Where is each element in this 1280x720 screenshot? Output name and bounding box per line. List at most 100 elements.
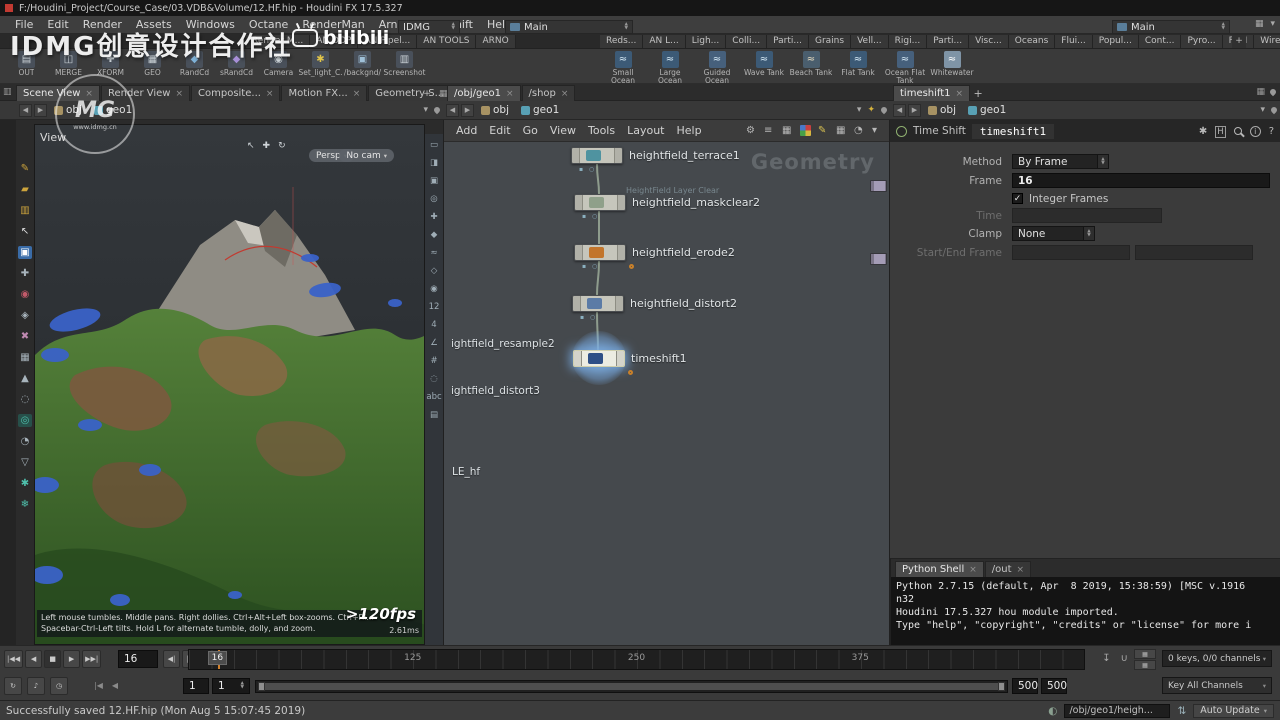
history-tool-icon[interactable]: ◔ bbox=[18, 435, 32, 448]
shelf-tab[interactable]: Rigi... bbox=[889, 35, 928, 48]
pane-tab[interactable]: Python Shell bbox=[895, 561, 984, 577]
shelf-tab[interactable]: Parti... bbox=[767, 35, 809, 48]
ghost-icon[interactable]: ◇ bbox=[428, 265, 441, 276]
shelf-tab[interactable]: AN L... bbox=[643, 35, 685, 48]
jump-end-button[interactable]: ▶▶| bbox=[82, 650, 101, 668]
add-shelf-tab-button[interactable] bbox=[1232, 35, 1246, 48]
colorgrid-icon[interactable] bbox=[800, 125, 811, 136]
node-flag-left[interactable] bbox=[573, 296, 581, 311]
orbit-tool-icon[interactable]: ◌ bbox=[18, 393, 32, 406]
edge-node-indicator[interactable] bbox=[870, 253, 887, 265]
snowflake-tool-icon[interactable]: ❄ bbox=[18, 498, 32, 511]
network-menu-item[interactable]: Tools bbox=[582, 124, 621, 137]
range-handle-right[interactable] bbox=[998, 682, 1005, 691]
layout-icon[interactable]: ▭ bbox=[428, 139, 441, 150]
snap-tool-icon[interactable]: ◈ bbox=[18, 309, 32, 322]
menu-item[interactable]: File bbox=[8, 18, 40, 31]
right-desktop-combo[interactable]: Main bbox=[1112, 20, 1230, 34]
help-browser-icon[interactable] bbox=[1215, 126, 1225, 137]
star-tool-icon[interactable]: ✱ bbox=[18, 477, 32, 490]
jump-start-button[interactable]: |◀◀ bbox=[4, 650, 23, 668]
stop-button[interactable]: ■ bbox=[44, 650, 61, 668]
pencil-tool-icon[interactable]: ✎ bbox=[18, 162, 32, 175]
pin-icon[interactable] bbox=[880, 106, 888, 114]
breadcrumb-geo1[interactable]: geo1 bbox=[516, 104, 564, 116]
pane-layout-icon[interactable] bbox=[1256, 87, 1265, 97]
tool-camera[interactable]: ◉ Camera bbox=[258, 50, 299, 77]
network-menu-item[interactable]: Help bbox=[671, 124, 708, 137]
help-icon[interactable] bbox=[1269, 126, 1274, 137]
forward-button[interactable] bbox=[34, 104, 47, 117]
shelf-tab[interactable]: Visc... bbox=[969, 35, 1009, 48]
tool-out[interactable]: ▤ OUT bbox=[6, 50, 47, 77]
audio-icon[interactable]: ♪ bbox=[27, 677, 45, 695]
shelf-tab[interactable]: Grains bbox=[809, 35, 851, 48]
handles-mode-icon[interactable]: ✚ bbox=[263, 141, 271, 151]
lamp-icon[interactable] bbox=[867, 105, 875, 115]
tool-small-ocean[interactable]: ≈ Small Ocean bbox=[600, 50, 646, 85]
tool-srandcd[interactable]: ◆ sRandCd bbox=[216, 50, 257, 77]
translate-tool-icon[interactable]: ✚ bbox=[18, 267, 32, 280]
add-pane-tab-button[interactable] bbox=[420, 87, 434, 101]
node-flag-right[interactable] bbox=[614, 148, 622, 163]
target-icon[interactable]: ◉ bbox=[428, 283, 441, 294]
spinner-icon[interactable] bbox=[1084, 226, 1095, 241]
tool-backgnd[interactable]: ▣ /backgnd/ bbox=[342, 50, 383, 77]
node-name-field[interactable]: timeshift1 bbox=[972, 124, 1054, 139]
paint-tool-icon[interactable]: ▰ bbox=[18, 183, 32, 196]
terrain-tool-icon[interactable]: ◎ bbox=[18, 414, 32, 427]
wave-icon[interactable]: ≈ bbox=[428, 247, 441, 258]
crosshair-icon[interactable]: ✚ bbox=[428, 211, 441, 222]
global-start-field[interactable]: 1 bbox=[183, 678, 209, 694]
res-12-icon[interactable]: 12 bbox=[428, 301, 441, 312]
tool-screenshot[interactable]: ▥ Screenshot bbox=[384, 50, 425, 77]
pin-icon[interactable] bbox=[1270, 106, 1278, 114]
global-end-field[interactable]: 500 bbox=[1041, 678, 1067, 694]
scene-viewport[interactable]: View ↖✚↻ Persp No cam Left mouse tumbles… bbox=[34, 124, 425, 645]
network-menu-item[interactable]: Go bbox=[517, 124, 544, 137]
tool-large-ocean[interactable]: ≈ Large Ocean bbox=[647, 50, 693, 85]
forward-button[interactable] bbox=[461, 104, 474, 117]
pin-icon[interactable] bbox=[1269, 88, 1277, 96]
search-icon[interactable] bbox=[1234, 127, 1242, 135]
chevron-down-icon[interactable] bbox=[1270, 19, 1275, 29]
timeline-ruler[interactable]: 125250375 16 bbox=[188, 649, 1085, 670]
pane-tab[interactable]: /obj/geo1 bbox=[447, 85, 521, 101]
menu-item[interactable]: Assets bbox=[129, 18, 179, 31]
camera-selector[interactable]: No cam bbox=[339, 149, 394, 162]
auto-update-selector[interactable]: Auto Update bbox=[1193, 704, 1274, 718]
shelf-tab[interactable]: Cont... bbox=[1139, 35, 1182, 48]
chevron-down-icon[interactable] bbox=[857, 105, 862, 115]
key-all-channels-button[interactable]: Key All Channels bbox=[1162, 677, 1272, 694]
pane-menu-icon[interactable] bbox=[3, 87, 12, 97]
pane-tab[interactable]: /shop bbox=[522, 85, 576, 101]
res-4-icon[interactable]: 4 bbox=[428, 319, 441, 330]
network-menu-item[interactable]: View bbox=[544, 124, 582, 137]
keys-summary-button[interactable]: 0 keys, 0/0 channels bbox=[1162, 650, 1272, 667]
node-flag-left[interactable] bbox=[575, 245, 583, 260]
pane-tab[interactable]: /out bbox=[985, 561, 1031, 577]
shelf-tab[interactable]: Render M... bbox=[246, 35, 310, 48]
node-heightfield-distort2[interactable]: heightfield_distort2 bbox=[572, 295, 737, 312]
integer-frames-checkbox[interactable] bbox=[1012, 193, 1023, 204]
dopesheet-button[interactable]: ▦ bbox=[1134, 649, 1156, 659]
magnet-icon[interactable]: ∪ bbox=[1121, 653, 1128, 664]
diamond-icon[interactable]: ◆ bbox=[428, 229, 441, 240]
info-icon[interactable] bbox=[1250, 126, 1261, 137]
wrench-icon[interactable]: ⚙ bbox=[746, 125, 757, 136]
tool-whitewater[interactable]: ≈ Whitewater bbox=[929, 50, 975, 85]
range-bar[interactable] bbox=[258, 683, 1005, 690]
spinner-icon[interactable] bbox=[241, 682, 244, 690]
shelf-tab[interactable]: AN Pipel... bbox=[358, 35, 417, 48]
tool-wave-tank[interactable]: ≈ Wave Tank bbox=[741, 50, 787, 85]
menu-item[interactable]: Render bbox=[76, 18, 129, 31]
menu-item[interactable]: RenderMan bbox=[295, 18, 371, 31]
select-tool-icon[interactable]: ↖ bbox=[18, 225, 32, 238]
idmg-shelf-combo[interactable]: IDMG bbox=[398, 20, 460, 34]
chevron-down-icon[interactable] bbox=[423, 105, 428, 115]
angle-icon[interactable]: ∠ bbox=[428, 337, 441, 348]
tool-beach-tank[interactable]: ≈ Beach Tank bbox=[788, 50, 834, 85]
timecode-icon[interactable]: ◷ bbox=[50, 677, 68, 695]
layout-grid-icon[interactable] bbox=[1255, 19, 1264, 29]
current-node-path[interactable]: /obj/geo1/heigh... bbox=[1064, 704, 1170, 718]
